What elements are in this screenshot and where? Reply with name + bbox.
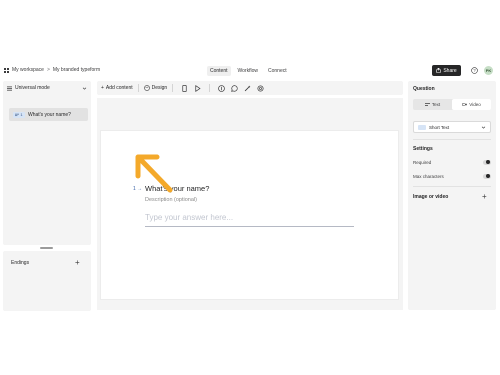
question-description[interactable]: Description (optional) — [145, 197, 197, 203]
video-tab-label: Video — [469, 102, 481, 107]
endings-panel: Endings + — [3, 251, 91, 311]
add-content-button[interactable]: + Add content — [101, 85, 133, 91]
answer-input[interactable]: Type your answer here... — [145, 213, 354, 227]
required-setting: Required — [413, 158, 491, 166]
text-tab[interactable]: Text — [413, 99, 452, 110]
share-icon — [436, 68, 442, 73]
design-label: Design — [151, 85, 168, 91]
mode-selector[interactable]: Universal mode — [3, 81, 91, 95]
video-tab[interactable]: Video — [452, 99, 491, 110]
magic-wand-icon[interactable] — [244, 85, 251, 92]
add-ending-button[interactable]: + — [75, 258, 80, 267]
image-or-video-label: Image or video — [413, 194, 449, 200]
video-icon — [462, 103, 468, 106]
max-characters-toggle[interactable] — [483, 173, 491, 179]
divider — [413, 139, 491, 140]
question-number: 1 — [20, 112, 23, 117]
required-toggle[interactable] — [483, 159, 491, 165]
plus-icon: + — [101, 85, 104, 91]
question-type-select[interactable]: Short Text — [413, 121, 491, 133]
question-list-label: What's your name? — [28, 111, 71, 118]
svg-text:?: ? — [473, 68, 476, 73]
grid-icon[interactable] — [4, 67, 9, 73]
toolbar-divider — [209, 84, 211, 92]
editor-toolbar: + Add content Design — [97, 81, 403, 95]
share-label: Share — [443, 67, 457, 74]
divider — [413, 186, 491, 187]
mode-label: Universal mode — [15, 85, 50, 91]
short-text-type-icon — [418, 124, 426, 130]
breadcrumb: My workspace > My branded typeform — [4, 67, 100, 73]
endings-label: Endings — [11, 260, 30, 266]
max-characters-setting: Max characters — [413, 172, 491, 180]
avatar[interactable]: PK — [484, 66, 493, 75]
toolbar-divider — [172, 84, 174, 92]
settings-icon[interactable] — [257, 84, 264, 92]
highlight-arrow-icon — [135, 154, 173, 193]
tab-connect[interactable]: Connect — [265, 66, 290, 76]
max-characters-label: Max characters — [413, 173, 444, 179]
question-badge: 1 — [13, 111, 25, 118]
right-settings-panel: Question Text Video Short Text Settings … — [408, 81, 496, 310]
text-tab-label: Text — [431, 102, 441, 107]
short-text-icon — [15, 113, 20, 116]
play-icon[interactable] — [194, 84, 201, 92]
question-heading: Question — [413, 86, 435, 92]
toolbar-divider — [137, 84, 139, 92]
list-icon — [7, 86, 12, 91]
question-type-value: Short Text — [429, 124, 450, 130]
palette-icon — [143, 85, 150, 91]
breadcrumb-form-name[interactable]: My branded typeform — [53, 67, 100, 73]
content-type-toggle: Text Video — [413, 99, 491, 110]
share-button[interactable]: Share — [432, 65, 461, 76]
app: My workspace > My branded typeform Conte… — [0, 62, 500, 311]
comment-icon[interactable] — [231, 84, 238, 92]
required-label: Required — [413, 159, 432, 165]
design-button[interactable]: Design — [143, 85, 168, 91]
breadcrumb-separator: > — [46, 67, 50, 73]
help-icon[interactable]: ? — [471, 67, 478, 74]
settings-heading: Settings — [413, 146, 433, 152]
chevron-down-icon — [481, 126, 486, 129]
question-list-item[interactable]: 1 What's your name? — [9, 108, 88, 121]
text-icon — [424, 103, 430, 106]
add-media-button[interactable]: + — [482, 192, 487, 201]
mobile-preview-icon[interactable] — [181, 84, 188, 92]
tab-workflow[interactable]: Workflow — [235, 66, 261, 76]
breadcrumb-workspace[interactable]: My workspace — [12, 67, 44, 73]
top-bar: My workspace > My branded typeform Conte… — [0, 62, 500, 80]
add-content-label: Add content — [105, 85, 133, 91]
chevron-down-icon — [82, 87, 87, 90]
left-sidebar: Universal mode 1 What's your name? — [3, 81, 91, 245]
main-tabs: Content Workflow Connect — [207, 66, 290, 76]
tab-content[interactable]: Content — [207, 66, 231, 76]
panel-resize-handle[interactable] — [40, 247, 53, 249]
translate-icon[interactable] — [218, 84, 225, 92]
